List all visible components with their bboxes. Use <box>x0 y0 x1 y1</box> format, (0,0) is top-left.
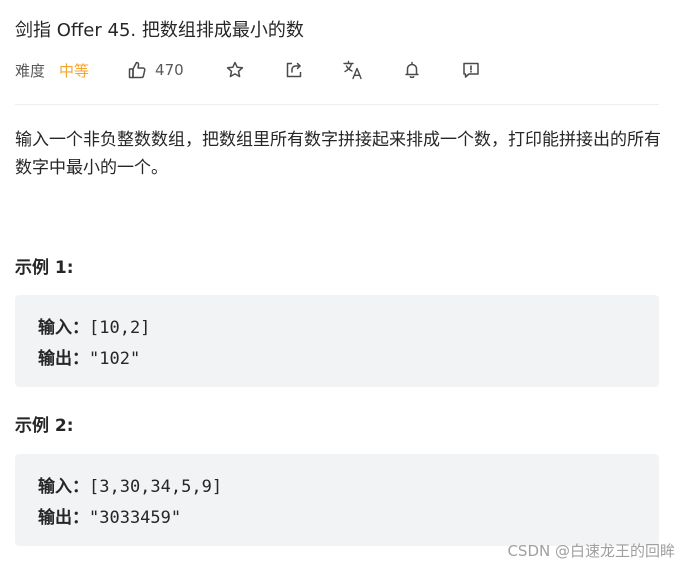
input-value: [3,30,34,5,9] <box>89 477 223 497</box>
output-value: "102" <box>89 349 141 369</box>
bell-icon <box>404 61 419 79</box>
example-1-output-line: 输出："102" <box>38 344 659 375</box>
example-1-title: 示例 1: <box>15 258 74 278</box>
input-label: 输入： <box>38 318 89 338</box>
example-1-input-line: 输入：[10,2] <box>38 313 659 344</box>
feedback-icon <box>462 62 479 78</box>
favorite-button[interactable] <box>224 59 246 81</box>
input-label: 输入： <box>38 477 89 497</box>
share-icon <box>286 62 301 78</box>
difficulty-label: 难度 <box>15 61 46 80</box>
example-2-title: 示例 2: <box>15 416 74 436</box>
example-2-input-line: 输入：[3,30,34,5,9] <box>38 472 659 503</box>
output-value: "3033459" <box>89 508 182 528</box>
translate-icon <box>342 60 362 80</box>
share-button[interactable] <box>283 59 305 81</box>
output-label: 输出： <box>38 508 89 528</box>
problem-title: 剑指 Offer 45. 把数组排成最小的数 <box>15 20 304 41</box>
like-count: 470 <box>155 61 184 79</box>
feedback-button[interactable] <box>460 59 482 81</box>
csdn-watermark: CSDN @白速龙王的回眸 <box>507 542 675 560</box>
translate-button[interactable] <box>342 59 364 81</box>
problem-description: 输入一个非负整数数组，把数组里所有数字拼接起来排成一个数，打印能拼接出的所有数字… <box>15 130 661 178</box>
problem-meta-bar: 难度 中等 470 <box>15 57 519 83</box>
star-icon <box>226 61 243 78</box>
example-1-code-block: 输入：[10,2] 输出："102" <box>15 295 659 387</box>
header-divider <box>15 104 659 105</box>
subscribe-button[interactable] <box>401 59 423 81</box>
input-value: [10,2] <box>89 318 151 338</box>
thumbs-up-icon <box>128 61 146 79</box>
output-label: 输出： <box>38 349 89 369</box>
like-button[interactable]: 470 <box>127 60 184 80</box>
example-2-output-line: 输出："3033459" <box>38 503 659 534</box>
example-2-code-block: 输入：[3,30,34,5,9] 输出："3033459" <box>15 454 659 546</box>
difficulty-badge: 中等 <box>59 61 90 80</box>
